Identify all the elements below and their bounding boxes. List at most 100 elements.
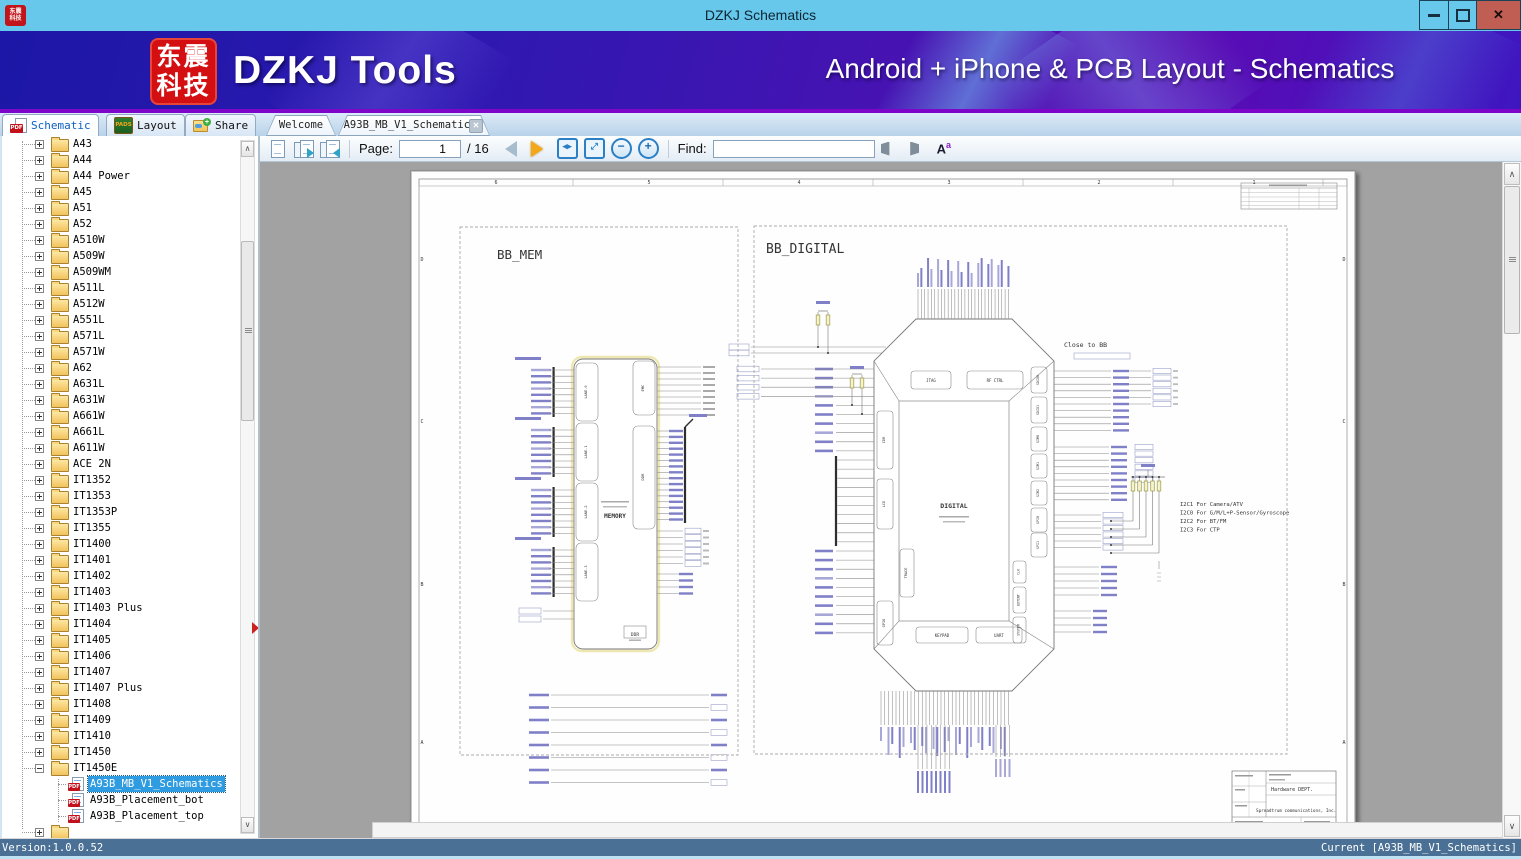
tab-share[interactable]: + Share <box>185 114 257 136</box>
doc-tab-welcome[interactable]: Welcome <box>266 115 336 136</box>
expand-toggle[interactable] <box>35 411 44 421</box>
expand-toggle[interactable] <box>35 555 44 565</box>
expand-toggle[interactable] <box>35 251 44 261</box>
vertical-scrollbar[interactable]: ∧ ∨ <box>1502 162 1521 838</box>
splitter-collapse-arrow[interactable] <box>252 622 258 634</box>
fit-page-button[interactable]: ⤢ <box>583 138 605 159</box>
expand-toggle[interactable] <box>35 283 44 293</box>
tree-item-folder[interactable]: A631W <box>2 392 239 408</box>
tree-item-folder[interactable]: A43 <box>2 136 239 152</box>
doc-tab-schematics[interactable]: A93B_MB_V1_Schematics ✕ <box>338 115 490 136</box>
expand-toggle[interactable] <box>35 539 44 549</box>
font-size-icon[interactable]: Aa <box>937 140 951 156</box>
expand-toggle[interactable] <box>35 571 44 581</box>
scroll-up-button[interactable]: ∧ <box>241 141 254 157</box>
copy-page-icon[interactable] <box>268 139 288 159</box>
expand-toggle[interactable] <box>35 523 44 533</box>
expand-toggle[interactable] <box>35 475 44 485</box>
tree-item-folder[interactable]: IT1409 <box>2 712 239 728</box>
tree-item-folder[interactable]: IT1400 <box>2 536 239 552</box>
tree-item-folder[interactable]: IT1355 <box>2 520 239 536</box>
tree-item-folder[interactable]: IT1450E <box>2 760 239 776</box>
expand-toggle[interactable] <box>35 299 44 309</box>
collapse-toggle[interactable] <box>35 763 44 773</box>
expand-toggle[interactable] <box>35 379 44 389</box>
expand-toggle[interactable] <box>35 395 44 405</box>
scroll-down-button[interactable]: ∨ <box>241 817 254 833</box>
tree-item-pdf[interactable]: PDF A93B_MB_V1_Schematics <box>2 775 239 793</box>
tree-item-folder[interactable]: IT1410 <box>2 728 239 744</box>
tree-item-folder[interactable]: IT1403 <box>2 584 239 600</box>
expand-toggle[interactable] <box>35 267 44 277</box>
tree-item-folder[interactable]: IT1402 <box>2 568 239 584</box>
tree-item-folder[interactable]: A44 <box>2 152 239 168</box>
tree-item-pdf[interactable]: PDF A93B_Placement_top <box>2 808 239 824</box>
tab-close-icon[interactable]: ✕ <box>469 119 483 133</box>
find-input[interactable] <box>712 139 875 158</box>
tree-item-folder[interactable]: A62 <box>2 360 239 376</box>
expand-toggle[interactable] <box>35 747 44 757</box>
tree-item-folder[interactable] <box>2 824 239 838</box>
scroll-down-button[interactable]: ∨ <box>1504 815 1520 837</box>
scroll-up-button[interactable]: ∧ <box>1504 163 1520 185</box>
tree-item-folder[interactable]: IT1406 <box>2 648 239 664</box>
expand-toggle[interactable] <box>35 827 44 837</box>
expand-toggle[interactable] <box>35 619 44 629</box>
tree-item-folder[interactable]: IT1405 <box>2 632 239 648</box>
tree-item-folder[interactable]: ACE 2N <box>2 456 239 472</box>
tree-item-folder[interactable]: A52 <box>2 216 239 232</box>
tab-layout[interactable]: PADS Layout <box>106 114 185 136</box>
expand-toggle[interactable] <box>35 699 44 709</box>
tree-item-folder[interactable]: A661L <box>2 424 239 440</box>
tree-item-folder[interactable]: A551L <box>2 312 239 328</box>
tree-item-folder[interactable]: IT1450 <box>2 744 239 760</box>
tree-item-folder[interactable]: IT1352 <box>2 472 239 488</box>
expand-toggle[interactable] <box>35 731 44 741</box>
expand-toggle[interactable] <box>35 683 44 693</box>
tree-item-folder[interactable]: IT1404 <box>2 616 239 632</box>
expand-toggle[interactable] <box>35 667 44 677</box>
expand-toggle[interactable] <box>35 347 44 357</box>
tree-item-folder[interactable]: IT1353 <box>2 488 239 504</box>
expand-toggle[interactable] <box>35 507 44 517</box>
expand-toggle[interactable] <box>35 427 44 437</box>
minimize-button[interactable] <box>1419 0 1449 30</box>
tree-item-folder[interactable]: IT1407 Plus <box>2 680 239 696</box>
tree-item-folder[interactable]: A661W <box>2 408 239 424</box>
tree-item-folder[interactable]: IT1403 Plus <box>2 600 239 616</box>
zoom-in-button[interactable]: + <box>637 138 659 159</box>
expand-toggle[interactable] <box>35 203 44 213</box>
tree-item-folder[interactable]: A45 <box>2 184 239 200</box>
fit-width-button[interactable]: ◂▸ <box>556 138 578 159</box>
expand-toggle[interactable] <box>35 603 44 613</box>
import-page-icon[interactable] <box>320 139 340 159</box>
previous-page-button[interactable] <box>504 140 517 157</box>
find-next-icon[interactable] <box>903 142 919 156</box>
expand-toggle[interactable] <box>35 139 44 149</box>
expand-toggle[interactable] <box>35 315 44 325</box>
tree-item-folder[interactable]: IT1408 <box>2 696 239 712</box>
expand-toggle[interactable] <box>35 187 44 197</box>
tree-item-folder[interactable]: A571W <box>2 344 239 360</box>
tab-schematic[interactable]: PDF Schematic <box>2 114 99 136</box>
expand-toggle[interactable] <box>35 715 44 725</box>
tree-item-folder[interactable]: A571L <box>2 328 239 344</box>
tree-item-folder[interactable]: A611W <box>2 440 239 456</box>
expand-toggle[interactable] <box>35 331 44 341</box>
tree-item-folder[interactable]: A51 <box>2 200 239 216</box>
expand-toggle[interactable] <box>35 587 44 597</box>
tree-item-folder[interactable]: IT1407 <box>2 664 239 680</box>
next-page-button[interactable] <box>530 140 543 157</box>
tree-item-folder[interactable]: A509W <box>2 248 239 264</box>
close-button[interactable]: ✕ <box>1476 0 1521 30</box>
expand-toggle[interactable] <box>35 443 44 453</box>
export-page-icon[interactable] <box>294 139 314 159</box>
scrollbar-thumb[interactable] <box>1504 186 1520 334</box>
expand-toggle[interactable] <box>35 635 44 645</box>
find-previous-icon[interactable] <box>880 141 890 156</box>
tree-item-folder[interactable]: IT1401 <box>2 552 239 568</box>
expand-toggle[interactable] <box>35 155 44 165</box>
zoom-out-button[interactable]: − <box>610 138 632 159</box>
tree-item-folder[interactable]: A510W <box>2 232 239 248</box>
sidebar-scrollbar[interactable]: ∧ ∨ <box>240 140 255 834</box>
